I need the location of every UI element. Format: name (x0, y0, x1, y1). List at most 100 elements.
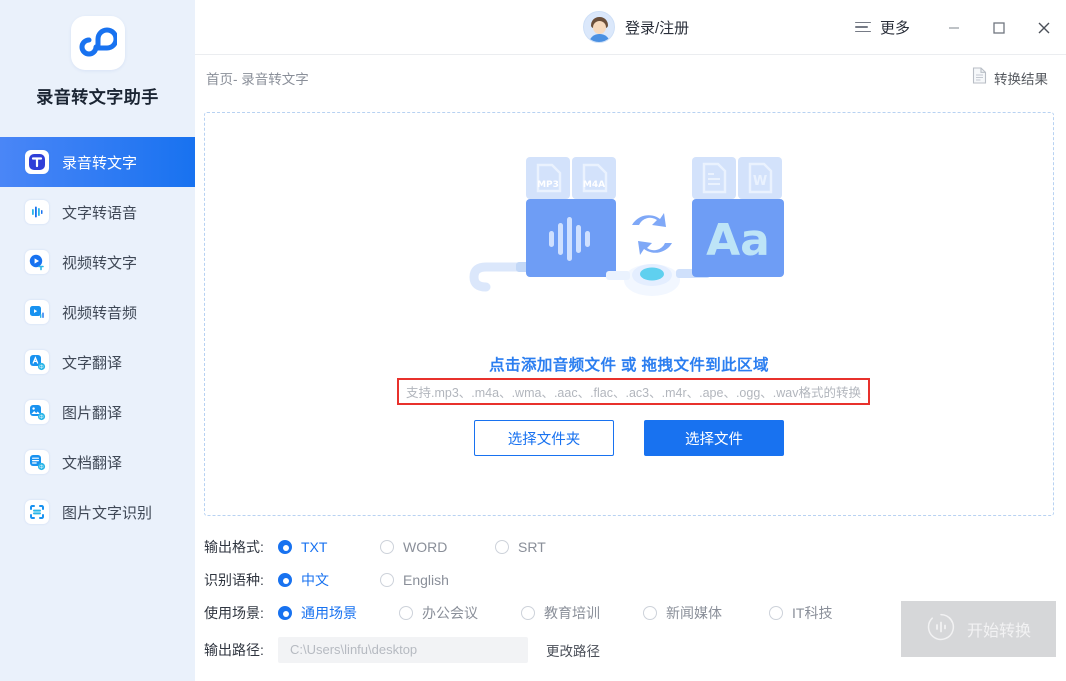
sidebar-item-label: 录音转文字 (62, 152, 137, 173)
sidebar-item-video-to-audio[interactable]: 视频转音频 (0, 287, 195, 337)
language-option-label: 中文 (301, 570, 329, 590)
start-conversion-button[interactable]: 开始转换 (901, 601, 1056, 657)
close-button[interactable] (1021, 0, 1066, 55)
sidebar-item-image-ocr[interactable]: 图片文字识别 (0, 487, 195, 537)
sidebar-nav: 录音转文字 文字转语音 视频转文字 视频转音频 (0, 137, 195, 537)
sidebar-item-label: 视频转文字 (62, 252, 137, 273)
scene-option-label: 教育培训 (544, 603, 600, 623)
image-translate-icon: 中 (25, 400, 49, 424)
waveform-icon (25, 200, 49, 224)
language-row: 识别语种: 中文 English (204, 563, 1064, 596)
ocr-scan-icon (25, 500, 49, 524)
maximize-button[interactable] (976, 0, 1021, 55)
supported-formats-box: 支持.mp3、.m4a、.wma、.aac、.flac、.ac3、.m4r、.a… (397, 378, 870, 405)
hamburger-icon (855, 19, 871, 36)
scene-option-news[interactable]: 新闻媒体 (643, 603, 763, 623)
svg-text:中: 中 (39, 413, 43, 420)
scene-option-label: 办公会议 (422, 603, 478, 623)
svg-text:中: 中 (39, 363, 43, 370)
language-option-english[interactable]: English (380, 572, 449, 588)
circle-waveform-icon (926, 612, 956, 647)
output-format-label: 输出格式: (204, 537, 278, 557)
dropzone-hint[interactable]: 点击添加音频文件 或 拖拽文件到此区域 (205, 353, 1053, 375)
sidebar-item-video-to-text[interactable]: 视频转文字 (0, 237, 195, 287)
breadcrumb: 首页- 录音转文字 (206, 68, 309, 88)
sidebar-item-label: 视频转音频 (62, 302, 137, 323)
radio-dot (278, 606, 292, 620)
dropzone-buttons: 选择文件夹 选择文件 (205, 420, 1053, 456)
format-option-label: TXT (301, 539, 327, 555)
conversion-illustration: MP3 M4A (464, 147, 794, 332)
video-audio-icon (25, 300, 49, 324)
more-label: 更多 (880, 17, 910, 38)
login-register-label: 登录/注册 (625, 17, 689, 38)
start-conversion-label: 开始转换 (967, 617, 1031, 641)
sidebar-item-text-translate[interactable]: 中 文字翻译 (0, 337, 195, 387)
sidebar-item-image-translate[interactable]: 中 图片翻译 (0, 387, 195, 437)
scene-option-education[interactable]: 教育培训 (521, 603, 637, 623)
video-play-icon (25, 250, 49, 274)
language-label: 识别语种: (204, 570, 278, 590)
sidebar-item-label: 图片文字识别 (62, 502, 152, 523)
sidebar-item-label: 图片翻译 (62, 402, 122, 423)
sidebar-item-label: 文档翻译 (62, 452, 122, 473)
main-content: 登录/注册 更多 首页- 录音转文字 (195, 0, 1066, 681)
output-path-input[interactable]: C:\Users\linfu\desktop (278, 637, 528, 663)
app-window: 录音转文字助手 录音转文字 文字转语音 视频转文字 (0, 0, 1066, 681)
sidebar-item-document-translate[interactable]: 中 文档翻译 (0, 437, 195, 487)
scene-option-it[interactable]: IT科技 (769, 603, 832, 623)
radio-dot (278, 540, 292, 554)
radio-dot (769, 606, 783, 620)
conversion-result-button[interactable]: 转换结果 (972, 67, 1048, 89)
scene-option-general[interactable]: 通用场景 (278, 603, 393, 623)
svg-text:W: W (753, 174, 767, 189)
scene-option-label: 通用场景 (301, 603, 357, 623)
supported-formats-text: 支持.mp3、.m4a、.wma、.aac、.flac、.ac3、.m4r、.a… (406, 382, 861, 401)
radio-dot (380, 573, 394, 587)
format-option-word[interactable]: WORD (380, 539, 489, 555)
format-option-srt[interactable]: SRT (495, 539, 546, 555)
window-controls (931, 0, 1066, 55)
translate-a-icon: 中 (25, 350, 49, 374)
sidebar-item-label: 文字转语音 (62, 202, 137, 223)
radio-dot (380, 540, 394, 554)
choose-file-button[interactable]: 选择文件 (644, 420, 784, 456)
sidebar-item-text-to-speech[interactable]: 文字转语音 (0, 187, 195, 237)
title-bar: 登录/注册 更多 (195, 0, 1066, 55)
change-path-link[interactable]: 更改路径 (546, 640, 600, 660)
choose-folder-button[interactable]: 选择文件夹 (474, 420, 614, 456)
language-option-chinese[interactable]: 中文 (278, 570, 374, 590)
language-option-label: English (403, 572, 449, 588)
radio-dot (495, 540, 509, 554)
brand-name: 录音转文字助手 (36, 83, 159, 108)
sidebar-item-label: 文字翻译 (62, 352, 122, 373)
scene-option-office[interactable]: 办公会议 (399, 603, 515, 623)
more-button[interactable]: 更多 (855, 17, 910, 38)
svg-text:MP3: MP3 (537, 180, 559, 190)
login-register-button[interactable]: 登录/注册 (583, 11, 689, 43)
scene-option-label: 新闻媒体 (666, 603, 722, 623)
avatar-icon (583, 11, 615, 43)
radio-dot (278, 573, 292, 587)
file-dropzone[interactable]: MP3 M4A (204, 112, 1054, 516)
conversion-result-label: 转换结果 (994, 68, 1048, 88)
brand: 录音转文字助手 (0, 0, 195, 108)
radio-dot (643, 606, 657, 620)
audio-convert-logo-icon (71, 16, 125, 70)
svg-text:M4A: M4A (583, 180, 605, 190)
minimize-button[interactable] (931, 0, 976, 55)
svg-text:Aa: Aa (706, 215, 770, 266)
sidebar: 录音转文字助手 录音转文字 文字转语音 视频转文字 (0, 0, 195, 681)
radio-dot (521, 606, 535, 620)
scene-option-label: IT科技 (792, 603, 832, 623)
output-format-row: 输出格式: TXT WORD SRT (204, 530, 1064, 563)
document-icon (972, 67, 987, 89)
breadcrumb-bar: 首页- 录音转文字 转换结果 (195, 55, 1066, 100)
sidebar-item-recording-to-text[interactable]: 录音转文字 (0, 137, 195, 187)
text-t-icon (25, 150, 49, 174)
radio-dot (399, 606, 413, 620)
format-option-txt[interactable]: TXT (278, 539, 374, 555)
document-translate-icon: 中 (25, 450, 49, 474)
format-option-label: WORD (403, 539, 447, 555)
svg-text:中: 中 (39, 463, 43, 470)
